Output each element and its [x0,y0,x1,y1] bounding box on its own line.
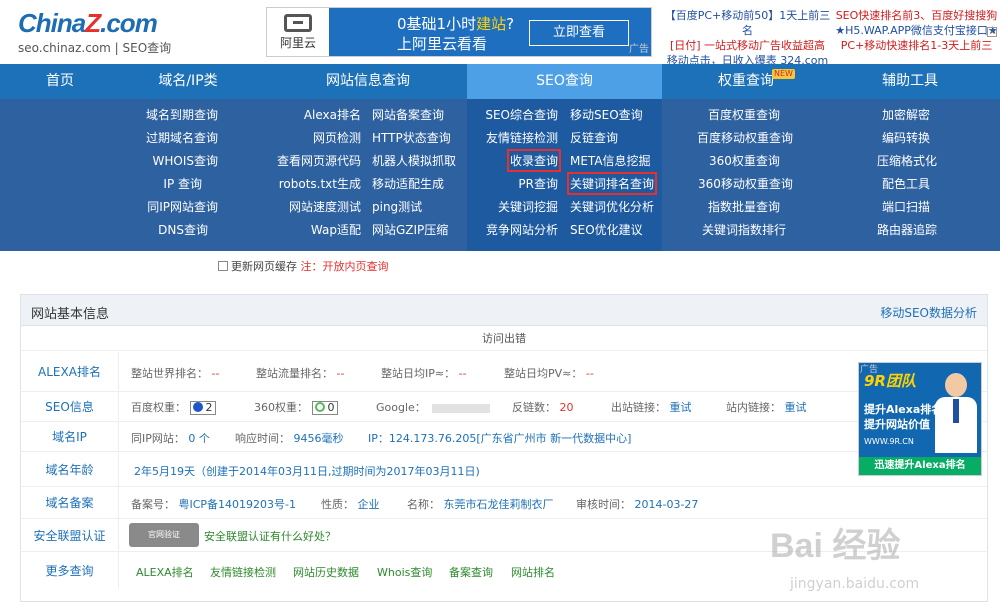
menu-item[interactable]: 网站速度测试 [289,198,361,215]
nav-domain-ip[interactable]: 域名/IP类 [120,64,256,99]
refresh-cache-checkbox[interactable] [218,261,228,271]
menu-item[interactable]: 网页检测 [313,129,361,146]
menu-item[interactable]: ping测试 [372,198,422,215]
text-ad-link[interactable]: [日付] 一站式移动广告收益超高 [660,38,835,53]
main-nav: 首页 域名/IP类 网站信息查询 SEO查询 权重查询 NEW 辅助工具 [0,64,1000,99]
menu-item[interactable]: 关键词挖掘 [498,198,558,215]
baidu-jingyan-watermark: Bai 经验 jingyan.baidu.com [770,527,920,592]
menu-item[interactable]: 路由器追踪 [877,221,937,238]
ip-link[interactable]: IP：124.173.76.205[广东省广州市 新一代数据中心] [368,430,631,446]
menu-item[interactable]: 360移动权重查询 [698,175,793,192]
360-weight-badge[interactable]: 0 [311,401,338,415]
9r-team-ad[interactable]: 广告 9R团队 提升Alexa排名 提升网站价值 WWW.9R.CN 迅速提升A… [858,362,982,476]
nav-site-info[interactable]: 网站信息查询 [270,64,466,99]
domain-ip-row: 域名IP 同IP网站： 0 个 响应时间： 9456毫秒 IP：124.173.… [21,422,987,452]
retry-link[interactable]: 重试 [785,401,807,414]
text-ad-link[interactable]: 【百度PC+移动前50】1天上前三名 [660,8,835,38]
refresh-cache-option: 更新网页缓存 注：开放内页查询 [218,258,389,274]
nav-weight-query[interactable]: 权重查询 NEW [662,64,830,99]
menu-item[interactable]: 360权重查询 [709,152,780,169]
menu-item[interactable]: 机器人模拟抓取 [372,152,456,169]
menu-item[interactable]: 端口扫描 [882,198,930,215]
menu-item[interactable]: IP 查询 [163,175,202,192]
more-link[interactable]: 友情链接检测 [210,564,276,580]
menu-item[interactable]: 百度移动权重查询 [697,129,793,146]
menu-item[interactable]: 关键词优化分析 [570,198,654,215]
menu-item[interactable]: WHOIS查询 [153,152,219,169]
menu-item[interactable]: 加密解密 [882,106,930,123]
access-error: 访问出错 [21,327,987,351]
retry-link[interactable]: 重试 [670,401,692,414]
menu-item[interactable]: 查看网页源代码 [277,152,361,169]
text-ad-link[interactable]: PC+移动快速排名1-3天上前三 [834,38,999,53]
icp-row: 域名备案 备案号： 粤ICP备14019203号-1 性质： 企业 名称： 东莞… [21,487,987,519]
view-now-button[interactable]: 立即查看 [529,20,629,46]
360-icon [314,402,325,412]
aliyun-banner-ad[interactable]: 阿里云 0基础1小时建站? 上阿里云看看 立即查看 广告 [266,7,652,57]
menu-item[interactable]: 关键词指数排行 [702,221,786,238]
more-link[interactable]: 网站历史数据 [293,564,359,580]
nav-home[interactable]: 首页 [0,64,120,99]
menu-item[interactable]: 反链查询 [570,129,618,146]
new-badge: NEW [772,69,795,79]
menu-item-index-query[interactable]: 收录查询 [506,149,562,172]
security-seal[interactable]: 官网验证 [129,523,199,547]
menu-item[interactable]: META信息挖掘 [570,152,651,169]
menu-item[interactable]: 配色工具 [882,175,930,192]
chinaz-logo[interactable]: ChinaZ.com seo.chinaz.com | SEO查询 [18,8,171,56]
menu-item[interactable]: 竞争网站分析 [486,221,558,238]
alexa-row: ALEXA排名 整站世界排名： -- 整站流量排名： -- 整站日均IP≈： -… [21,352,987,392]
logo-subtitle: seo.chinaz.com | SEO查询 [18,41,172,55]
menu-item[interactable]: 压缩格式化 [877,152,937,169]
menu-item[interactable]: 过期域名查询 [146,129,218,146]
menu-item[interactable]: 域名到期查询 [146,106,218,123]
close-icon[interactable]: × [987,27,997,37]
seo-info-row: SEO信息 百度权重： 2 360权重： 0 Google： 反链数： 20 出… [21,392,987,422]
menu-item[interactable]: SEO优化建议 [570,221,643,238]
nav-tools[interactable]: 辅助工具 [830,64,990,99]
menu-item[interactable]: SEO综合查询 [485,106,558,123]
menu-item-keyword-rank[interactable]: 关键词排名查询 [566,172,658,195]
menu-item[interactable]: Alexa排名 [304,106,361,123]
nav-seo-query[interactable]: SEO查询 [467,64,662,99]
menu-item[interactable]: 网站GZIP压缩 [372,221,448,238]
baidu-weight-badge[interactable]: 2 [189,401,216,415]
menu-item[interactable]: 编码转换 [882,129,930,146]
menu-item[interactable]: 同IP网站查询 [147,198,218,215]
more-link[interactable]: ALEXA排名 [136,564,194,580]
google-bar [431,403,490,413]
aliyun-icon [284,14,312,32]
mobile-seo-link[interactable]: 移动SEO数据分析 [880,304,977,321]
text-ad-link[interactable]: ★H5.WAP.APP微信支付宝接口★ [834,23,999,38]
menu-item[interactable]: 网站备案查询 [372,106,444,123]
mega-menu: 域名到期查询 过期域名查询 WHOIS查询 IP 查询 同IP网站查询 DNS查… [0,99,1000,251]
aliyun-logo: 阿里云 [267,8,329,56]
more-link[interactable]: 网站排名 [511,564,555,580]
site-header: ChinaZ.com seo.chinaz.com | SEO查询 阿里云 0基… [0,0,1000,67]
menu-item[interactable]: 移动SEO查询 [570,106,643,123]
menu-item[interactable]: 移动适配生成 [372,175,444,192]
more-link[interactable]: Whois查询 [377,564,432,580]
menu-item[interactable]: 友情链接检测 [486,129,558,146]
menu-item[interactable]: PR查询 [518,175,558,192]
paw-icon [192,402,203,412]
panel-title: 网站基本信息 [31,307,110,322]
security-benefit-link[interactable]: 安全联盟认证有什么好处？ [204,528,336,544]
text-ad-link[interactable]: SEO快速排名前3、百度好搜搜狗 [834,8,999,23]
menu-item[interactable]: HTTP状态查询 [372,129,451,146]
menu-item[interactable]: DNS查询 [158,221,208,238]
menu-item[interactable]: robots.txt生成 [279,175,361,192]
menu-item[interactable]: 指数批量查询 [708,198,780,215]
menu-item[interactable]: 百度权重查询 [708,106,780,123]
menu-item[interactable]: Wap适配 [311,221,361,238]
more-link[interactable]: 备案查询 [449,564,493,580]
domain-age-row: 域名年龄 2年5月19天（创建于2014年03月11日,过期时间为2017年03… [21,452,987,487]
